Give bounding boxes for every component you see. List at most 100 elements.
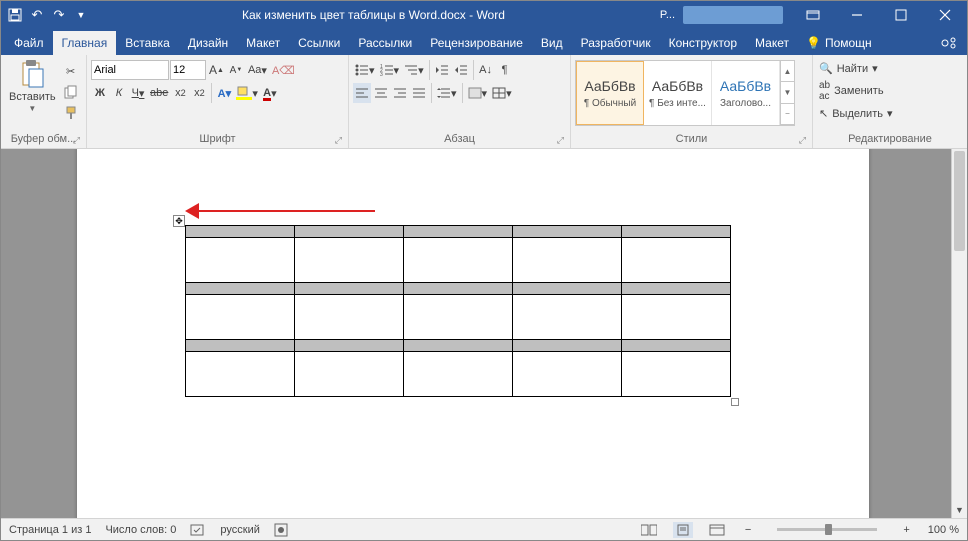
- tab-references[interactable]: Ссылки: [289, 31, 349, 55]
- tab-review[interactable]: Рецензирование: [421, 31, 532, 55]
- macro-record-icon[interactable]: [274, 523, 288, 537]
- paste-button[interactable]: Вставить ▼: [5, 57, 60, 116]
- tab-view[interactable]: Вид: [532, 31, 572, 55]
- multilevel-list-icon[interactable]: ▾: [402, 60, 426, 80]
- gallery-more-icon[interactable]: ⎯: [781, 104, 794, 125]
- title-bar: ↶ ↷ ▼ Как изменить цвет таблицы в Word.d…: [1, 1, 967, 29]
- zoom-out-icon[interactable]: −: [741, 524, 755, 536]
- replace-label: Заменить: [834, 85, 883, 97]
- scroll-down-icon[interactable]: ▼: [952, 502, 967, 518]
- tab-table-design[interactable]: Конструктор: [660, 31, 746, 55]
- spellcheck-icon[interactable]: [190, 523, 206, 537]
- zoom-in-icon[interactable]: +: [899, 524, 913, 536]
- style-heading1[interactable]: АаБбВв Заголово...: [712, 61, 780, 125]
- highlight-icon[interactable]: ▾: [234, 83, 260, 103]
- zoom-slider-handle[interactable]: [825, 524, 832, 535]
- tab-table-layout[interactable]: Макет: [746, 31, 798, 55]
- ribbon-options-icon[interactable]: [791, 1, 835, 29]
- borders-icon[interactable]: ▾: [490, 83, 514, 103]
- align-justify-icon[interactable]: [410, 83, 428, 103]
- grow-font-icon[interactable]: A▲: [207, 60, 226, 80]
- table-row: [186, 352, 731, 397]
- gallery-up-icon[interactable]: ▲: [781, 61, 794, 82]
- read-mode-icon[interactable]: [639, 522, 659, 538]
- sort-icon[interactable]: A↓: [477, 60, 495, 80]
- minimize-icon[interactable]: [835, 1, 879, 29]
- page-viewport[interactable]: ✥: [1, 149, 951, 518]
- web-layout-icon[interactable]: [707, 522, 727, 538]
- document-table[interactable]: [185, 225, 731, 397]
- style-normal[interactable]: АаБбВв ¶ Обычный: [576, 61, 644, 125]
- zoom-level[interactable]: 100 %: [928, 524, 959, 536]
- close-icon[interactable]: [923, 1, 967, 29]
- tab-home[interactable]: Главная: [53, 31, 117, 55]
- italic-button[interactable]: К: [110, 83, 128, 103]
- gallery-down-icon[interactable]: ▼: [781, 82, 794, 103]
- font-color-icon[interactable]: A▾: [261, 83, 279, 103]
- tab-developer[interactable]: Разработчик: [572, 31, 660, 55]
- share-button[interactable]: [931, 31, 967, 55]
- qat-customize-icon[interactable]: ▼: [73, 7, 89, 23]
- align-right-icon[interactable]: [391, 83, 409, 103]
- table-move-handle-icon[interactable]: ✥: [173, 215, 185, 227]
- show-marks-icon[interactable]: ¶: [496, 60, 514, 80]
- document-area: ✥ ▲ ▼: [1, 149, 967, 518]
- vertical-scrollbar[interactable]: ▲ ▼: [951, 149, 967, 518]
- paste-label: Вставить: [9, 91, 56, 103]
- undo-icon[interactable]: ↶: [29, 7, 45, 23]
- tab-mailings[interactable]: Рассылки: [349, 31, 421, 55]
- font-name-combo[interactable]: [91, 60, 169, 80]
- subscript-icon[interactable]: x2: [171, 83, 189, 103]
- redo-icon[interactable]: ↷: [51, 7, 67, 23]
- maximize-icon[interactable]: [879, 1, 923, 29]
- text-effects-icon[interactable]: A▾: [215, 83, 233, 103]
- strikethrough-button[interactable]: abe: [148, 83, 170, 103]
- decrease-indent-icon[interactable]: [433, 60, 451, 80]
- tell-me-search[interactable]: 💡 Помощн: [798, 31, 880, 55]
- cut-icon[interactable]: ✂: [62, 61, 80, 81]
- font-launcher-icon[interactable]: ⤢: [335, 135, 342, 146]
- style-no-spacing[interactable]: АаБбВв ¶ Без инте...: [644, 61, 712, 125]
- tab-file[interactable]: Файл: [5, 31, 53, 55]
- font-size-combo[interactable]: [170, 60, 206, 80]
- tab-design[interactable]: Дизайн: [179, 31, 237, 55]
- format-painter-icon[interactable]: [62, 103, 80, 123]
- align-left-icon[interactable]: [353, 83, 371, 103]
- quick-access-toolbar: ↶ ↷ ▼: [1, 7, 95, 23]
- clear-formatting-icon[interactable]: A⌫: [270, 60, 297, 80]
- select-button[interactable]: ↖ Выделить▾: [817, 105, 895, 122]
- scroll-thumb[interactable]: [954, 151, 965, 251]
- underline-button[interactable]: Ч▾: [129, 83, 147, 103]
- copy-icon[interactable]: [62, 82, 80, 102]
- print-layout-icon[interactable]: [673, 522, 693, 538]
- replace-button[interactable]: abac Заменить: [817, 78, 886, 104]
- group-font-label: Шрифт ⤢: [91, 131, 344, 148]
- superscript-icon[interactable]: x2: [190, 83, 208, 103]
- align-center-icon[interactable]: [372, 83, 390, 103]
- shrink-font-icon[interactable]: A▼: [227, 60, 245, 80]
- document-page[interactable]: ✥: [77, 149, 869, 518]
- find-button[interactable]: 🔍 Найти▾: [817, 60, 880, 77]
- save-icon[interactable]: [7, 7, 23, 23]
- status-language[interactable]: русский: [220, 524, 259, 536]
- status-page[interactable]: Страница 1 из 1: [9, 524, 91, 536]
- shading-icon[interactable]: ▾: [466, 83, 490, 103]
- line-spacing-icon[interactable]: ▾: [435, 83, 459, 103]
- increase-indent-icon[interactable]: [452, 60, 470, 80]
- style-name: ¶ Без инте...: [646, 98, 709, 109]
- status-word-count[interactable]: Число слов: 0: [105, 524, 176, 536]
- bold-button[interactable]: Ж: [91, 83, 109, 103]
- bullets-icon[interactable]: ▾: [353, 60, 377, 80]
- zoom-slider[interactable]: [777, 528, 877, 531]
- paragraph-launcher-icon[interactable]: ⤢: [557, 135, 564, 146]
- tab-insert[interactable]: Вставка: [116, 31, 179, 55]
- replace-icon: abac: [819, 80, 830, 102]
- style-preview: АаБбВв: [652, 78, 703, 94]
- tab-layout[interactable]: Макет: [237, 31, 289, 55]
- clipboard-launcher-icon[interactable]: ⤢: [73, 135, 80, 146]
- change-case-icon[interactable]: Aa▾: [246, 60, 269, 80]
- account-profile[interactable]: [683, 6, 783, 24]
- styles-launcher-icon[interactable]: ⤢: [799, 135, 806, 146]
- table-resize-handle-icon[interactable]: [731, 398, 739, 406]
- numbering-icon[interactable]: 123▾: [378, 60, 402, 80]
